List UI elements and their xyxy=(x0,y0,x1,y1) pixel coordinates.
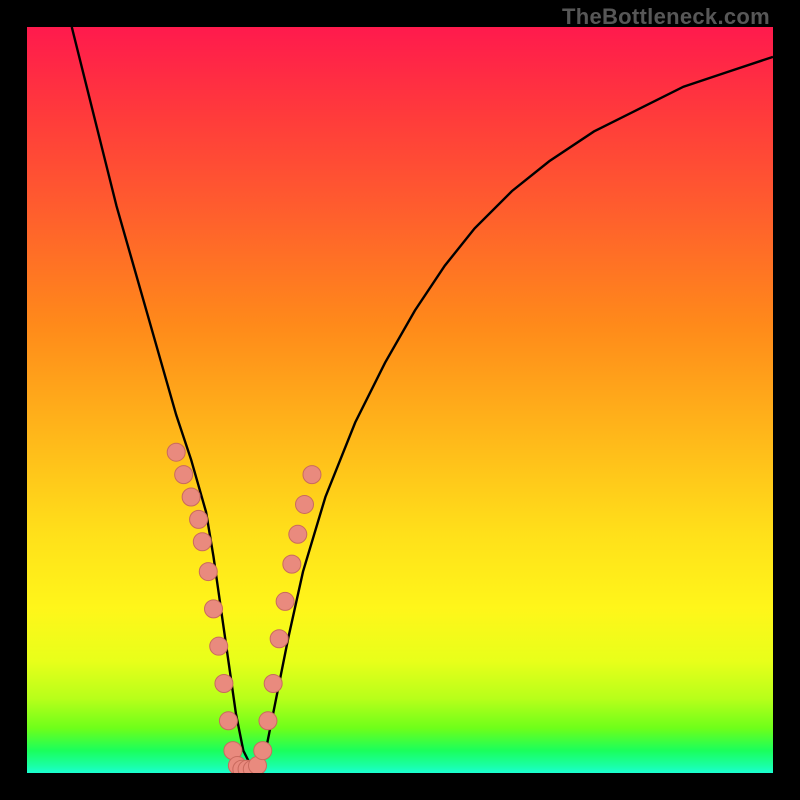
marker-dot xyxy=(276,592,294,610)
marker-dot xyxy=(199,563,217,581)
bottleneck-curve xyxy=(72,27,773,766)
marker-dot xyxy=(182,488,200,506)
chart-svg xyxy=(27,27,773,773)
marker-dot xyxy=(289,525,307,543)
marker-dot xyxy=(254,742,272,760)
marker-dot xyxy=(303,466,321,484)
chart-frame: TheBottleneck.com xyxy=(0,0,800,800)
marker-dot xyxy=(264,674,282,692)
marker-dot xyxy=(259,712,277,730)
marker-dot xyxy=(270,630,288,648)
marker-dot xyxy=(296,495,314,513)
marker-group xyxy=(167,443,321,773)
marker-dot xyxy=(283,555,301,573)
marker-dot xyxy=(190,510,208,528)
marker-dot xyxy=(175,466,193,484)
marker-dot xyxy=(205,600,223,618)
plot-area xyxy=(27,27,773,773)
marker-dot xyxy=(215,674,233,692)
marker-dot xyxy=(193,533,211,551)
marker-dot xyxy=(219,712,237,730)
watermark-text: TheBottleneck.com xyxy=(562,4,770,30)
marker-dot xyxy=(210,637,228,655)
marker-dot xyxy=(167,443,185,461)
